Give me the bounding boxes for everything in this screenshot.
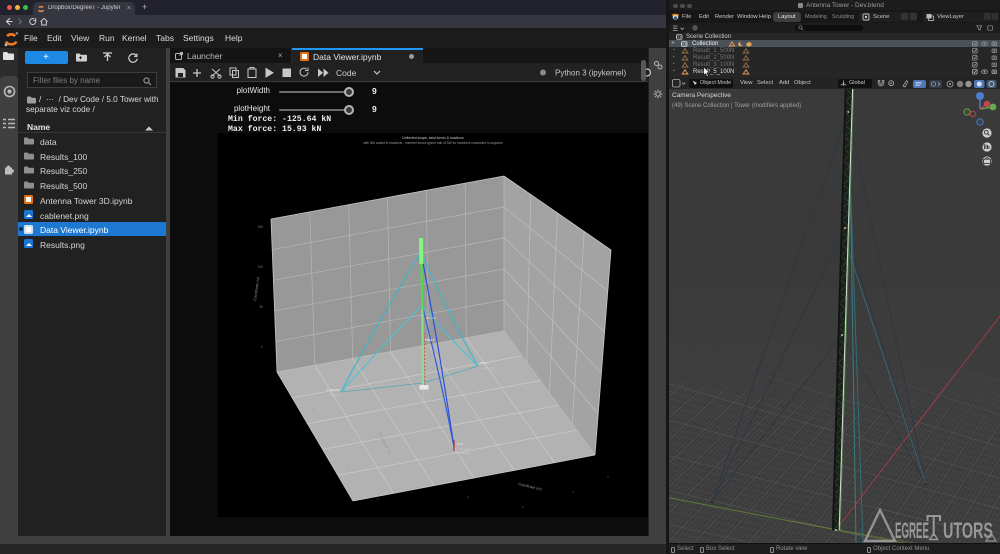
svg-text:-2.0e+00: -2.0e+00 xyxy=(482,366,494,370)
svg-text:with 500 added to reactions -: with 500 added to reactions - member for… xyxy=(363,141,503,145)
svg-text:150: 150 xyxy=(258,225,264,229)
svg-text:Camera Perspective: Camera Perspective xyxy=(672,92,731,99)
svg-text:4.51e+00: 4.51e+00 xyxy=(330,393,343,397)
svg-text:Code: Code xyxy=(336,68,357,78)
svg-text:UTORS: UTORS xyxy=(943,518,993,543)
svg-text:EGREE: EGREE xyxy=(895,518,929,543)
svg-text:R2.6: R2.6 xyxy=(457,442,464,446)
svg-text:Python 3 (ipykernel): Python 3 (ipykernel) xyxy=(555,69,626,78)
svg-text:-48.1 kN: -48.1 kN xyxy=(425,316,436,320)
svg-text:T8 0.4: T8 0.4 xyxy=(480,361,489,365)
svg-text:-1.49e+01: -1.49e+01 xyxy=(326,388,340,392)
svg-text:50: 50 xyxy=(259,305,263,309)
svg-text:Mast 4: Mast 4 xyxy=(425,338,435,342)
svg-text:(49) Scene Collection | Tower: (49) Scene Collection | Tower (modifiers… xyxy=(672,103,801,109)
svg-text:0: 0 xyxy=(261,345,263,349)
svg-text:100: 100 xyxy=(258,265,264,269)
svg-text:Deflected shape, axial forces: Deflected shape, axial forces & reaction… xyxy=(402,136,464,140)
svg-text:-6.2e+00: -6.2e+00 xyxy=(458,451,470,455)
